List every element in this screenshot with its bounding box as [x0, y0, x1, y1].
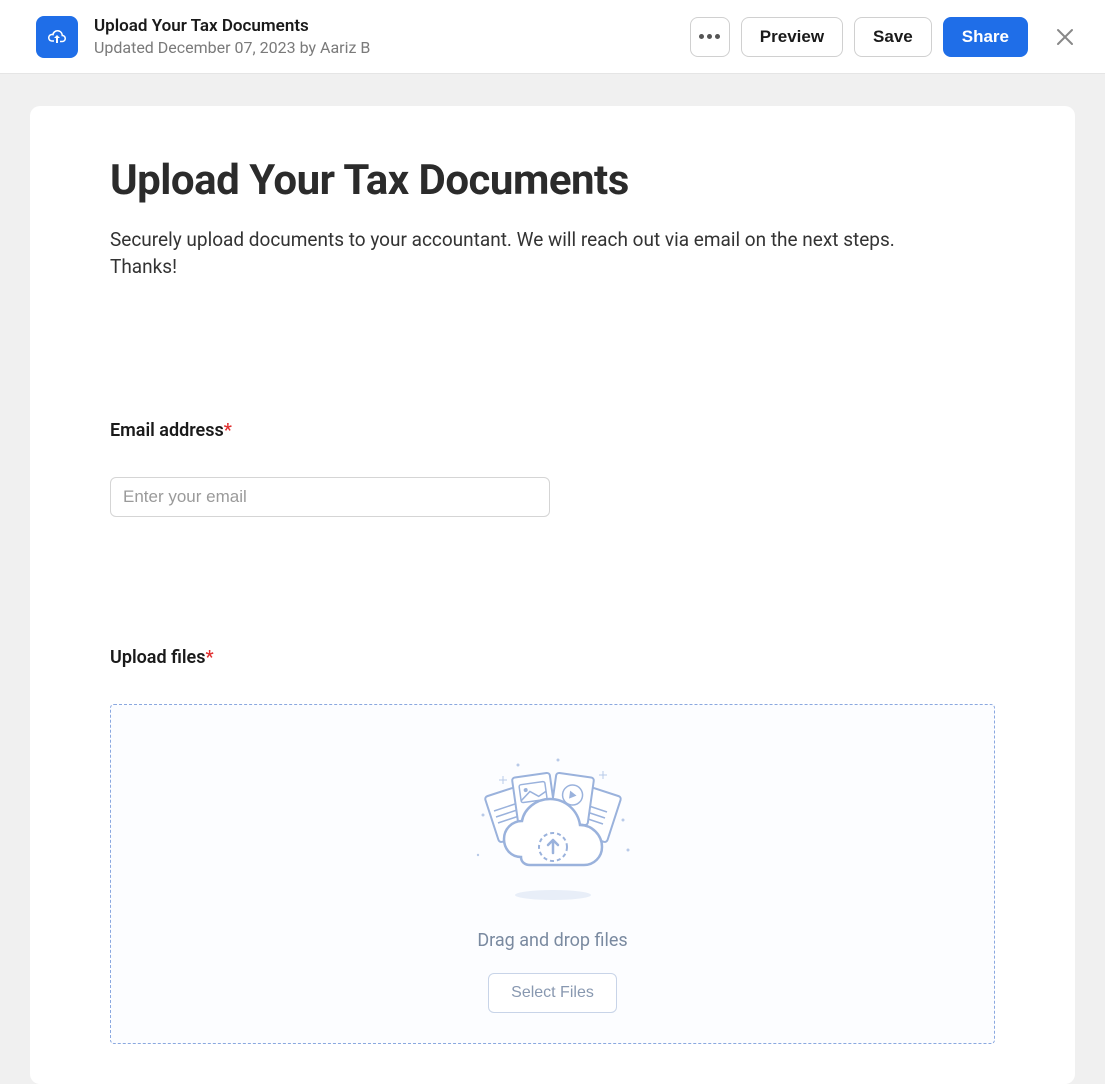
upload-dropzone[interactable]: Drag and drop files Select Files — [110, 704, 995, 1044]
email-field-group: Email address* — [110, 420, 995, 517]
ellipsis-icon — [699, 34, 720, 39]
page-title: Upload Your Tax Documents — [110, 156, 995, 205]
close-button[interactable] — [1045, 17, 1085, 57]
header-right: Preview Save Share — [690, 17, 1085, 57]
required-indicator: * — [224, 420, 232, 441]
header-left: Upload Your Tax Documents Updated Decemb… — [36, 16, 370, 58]
doc-meta: Updated December 07, 2023 by Aariz B — [94, 38, 370, 57]
share-button[interactable]: Share — [943, 17, 1028, 57]
drop-text: Drag and drop files — [477, 930, 627, 951]
form-card: Upload Your Tax Documents Securely uploa… — [30, 106, 1075, 1084]
main-area: Upload Your Tax Documents Securely uploa… — [0, 74, 1105, 1084]
email-input[interactable] — [110, 477, 550, 517]
app-logo — [36, 16, 78, 58]
select-files-button[interactable]: Select Files — [488, 973, 617, 1013]
email-label-text: Email address — [110, 420, 224, 441]
email-label: Email address* — [110, 420, 995, 441]
save-button[interactable]: Save — [854, 17, 932, 57]
cloud-upload-icon — [45, 25, 69, 49]
preview-button[interactable]: Preview — [741, 17, 843, 57]
upload-field-group: Upload files* — [110, 647, 995, 1044]
upload-label-text: Upload files — [110, 647, 205, 668]
page-description: Securely upload documents to your accoun… — [110, 227, 940, 280]
title-block: Upload Your Tax Documents Updated Decemb… — [94, 16, 370, 57]
required-indicator: * — [205, 647, 213, 668]
close-icon — [1056, 28, 1074, 46]
upload-label: Upload files* — [110, 647, 995, 668]
doc-title: Upload Your Tax Documents — [94, 16, 370, 36]
more-options-button[interactable] — [690, 17, 730, 57]
upload-illustration-icon — [463, 755, 643, 910]
top-header: Upload Your Tax Documents Updated Decemb… — [0, 0, 1105, 74]
